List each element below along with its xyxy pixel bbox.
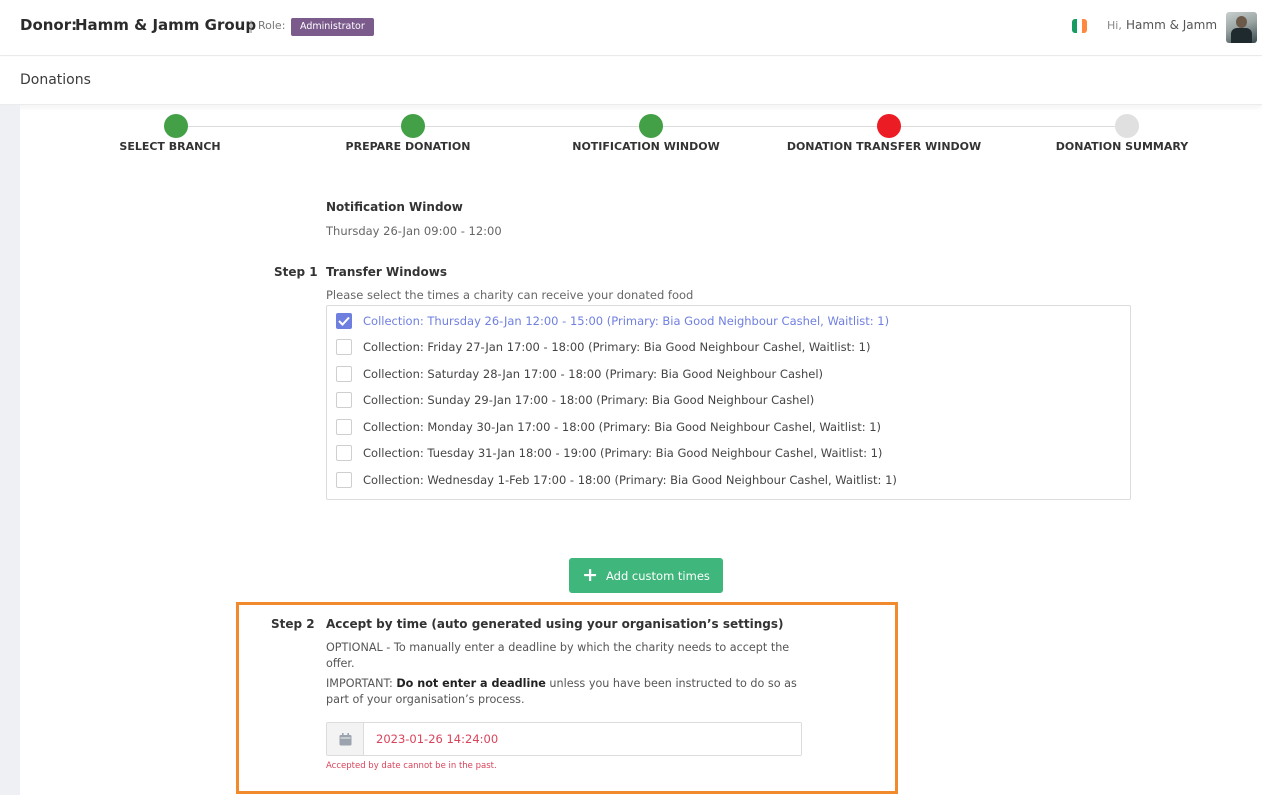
calendar-icon[interactable]: [327, 723, 364, 755]
transfer-windows-title: Transfer Windows: [326, 265, 447, 279]
role-label: Role:: [258, 19, 286, 32]
transfer-windows-list: Collection: Thursday 26-Jan 12:00 - 15:0…: [326, 305, 1131, 500]
page-header: Donations: [0, 57, 1262, 105]
checkbox-icon[interactable]: [336, 472, 352, 488]
transfer-window-label[interactable]: Collection: Tuesday 31-Jan 18:00 - 19:00…: [363, 446, 882, 460]
step2-number: Step 2: [271, 617, 315, 631]
accept-by-title: Accept by time (auto generated using you…: [326, 617, 784, 631]
transfer-window-label[interactable]: Collection: Thursday 26-Jan 12:00 - 15:0…: [363, 314, 889, 328]
page-title: Donations: [20, 72, 91, 88]
date-error-message: Accepted by date cannot be in the past.: [326, 761, 497, 771]
step-label-donation-summary[interactable]: DONATION SUMMARY: [1007, 140, 1237, 153]
greeting: Hi,: [1107, 19, 1122, 32]
important-bold: Do not enter a deadline: [396, 677, 546, 690]
transfer-window-label[interactable]: Collection: Wednesday 1-Feb 17:00 - 18:0…: [363, 473, 897, 487]
transfer-window-option[interactable]: Collection: Tuesday 31-Jan 18:00 - 19:00…: [336, 444, 882, 462]
transfer-window-option[interactable]: Collection: Friday 27-Jan 17:00 - 18:00 …: [336, 338, 871, 356]
accept-by-date-input[interactable]: [364, 723, 801, 755]
transfer-window-option[interactable]: Collection: Saturday 28-Jan 17:00 - 18:0…: [336, 365, 823, 383]
transfer-window-label[interactable]: Collection: Friday 27-Jan 17:00 - 18:00 …: [363, 340, 871, 354]
transfer-window-label[interactable]: Collection: Monday 30-Jan 17:00 - 18:00 …: [363, 420, 881, 434]
step1-number: Step 1: [274, 265, 318, 279]
step-label-notification-window[interactable]: NOTIFICATION WINDOW: [531, 140, 761, 153]
left-gutter: [0, 105, 20, 795]
step-label-prepare-donation[interactable]: PREPARE DONATION: [293, 140, 523, 153]
step-dot-donation-summary[interactable]: [1115, 114, 1139, 138]
transfer-windows-hint: Please select the times a charity can re…: [326, 288, 694, 302]
optional-note: OPTIONAL - To manually enter a deadline …: [326, 641, 790, 670]
role-badge: Administrator: [291, 18, 374, 36]
add-custom-times-button[interactable]: + Add custom times: [569, 558, 723, 593]
donor-label: Donor:: [20, 16, 78, 34]
transfer-window-option[interactable]: Collection: Wednesday 1-Feb 17:00 - 18:0…: [336, 471, 897, 489]
add-custom-times-label: Add custom times: [606, 568, 710, 583]
donor-name: Hamm & Jamm Group: [75, 16, 257, 34]
checkbox-icon[interactable]: [336, 339, 352, 355]
transfer-window-option[interactable]: Collection: Monday 30-Jan 17:00 - 18:00 …: [336, 418, 881, 436]
accept-by-date-field[interactable]: [326, 722, 802, 756]
avatar[interactable]: [1226, 12, 1257, 43]
transfer-window-label[interactable]: Collection: Saturday 28-Jan 17:00 - 18:0…: [363, 367, 823, 381]
ireland-flag-icon[interactable]: [1072, 19, 1087, 33]
top-bar: Donor: Hamm & Jamm Group | Role: Adminis…: [0, 0, 1262, 56]
step-dot-prepare-donation[interactable]: [401, 114, 425, 138]
plus-icon: +: [582, 564, 598, 586]
step-label-donation-transfer-window[interactable]: DONATION TRANSFER WINDOW: [769, 140, 999, 153]
step-dot-select-branch[interactable]: [164, 114, 188, 138]
checkbox-icon[interactable]: [336, 419, 352, 435]
step-label-select-branch[interactable]: SELECT BRANCH: [55, 140, 285, 153]
transfer-window-label[interactable]: Collection: Sunday 29-Jan 17:00 - 18:00 …: [363, 393, 814, 407]
user-name[interactable]: Hamm & Jamm: [1126, 18, 1217, 32]
step-dot-donation-transfer-window[interactable]: [877, 114, 901, 138]
step-dot-notification-window[interactable]: [639, 114, 663, 138]
header-separator: |: [249, 19, 254, 33]
transfer-window-option[interactable]: Collection: Thursday 26-Jan 12:00 - 15:0…: [336, 312, 889, 330]
important-note: IMPORTANT: Do not enter a deadline unles…: [326, 676, 806, 708]
notification-window-value: Thursday 26-Jan 09:00 - 12:00: [326, 224, 502, 238]
important-prefix: IMPORTANT:: [326, 677, 397, 690]
notification-window-title: Notification Window: [326, 200, 463, 214]
checkbox-icon[interactable]: [336, 392, 352, 408]
transfer-window-option[interactable]: Collection: Sunday 29-Jan 17:00 - 18:00 …: [336, 391, 814, 409]
checkbox-icon[interactable]: [336, 445, 352, 461]
checkbox-checked-icon[interactable]: [336, 313, 352, 329]
checkbox-icon[interactable]: [336, 366, 352, 382]
